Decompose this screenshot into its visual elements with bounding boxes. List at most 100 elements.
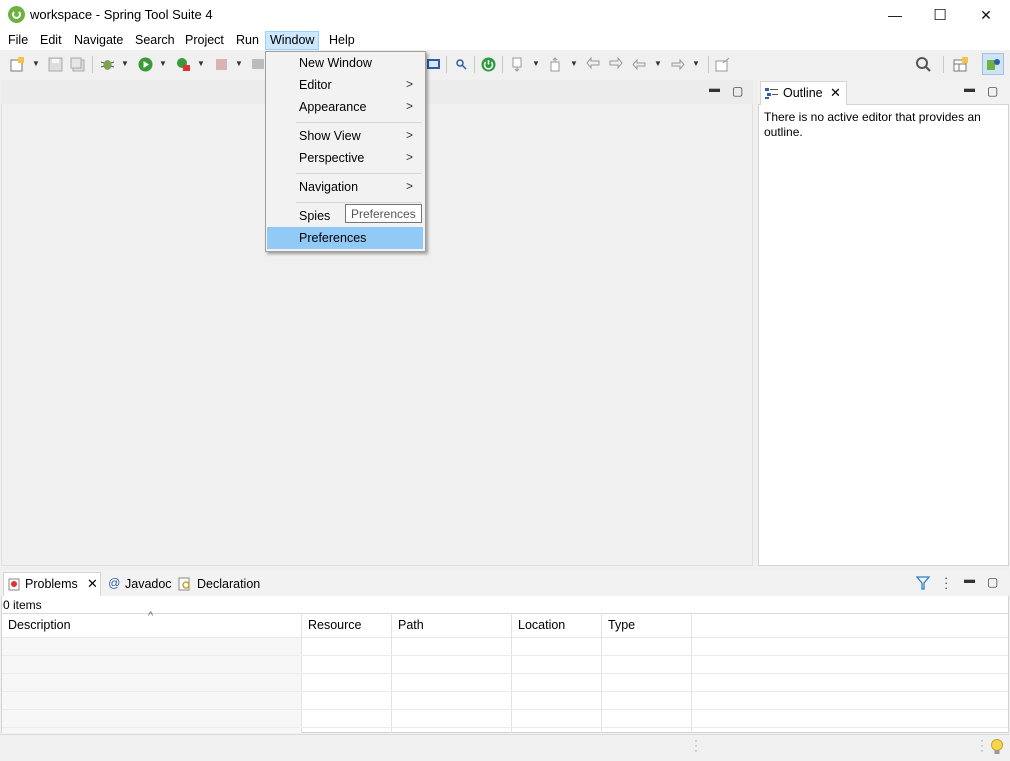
maximize-button[interactable]: ☐ xyxy=(917,0,963,30)
stop-icon[interactable] xyxy=(214,57,229,72)
menu-file[interactable]: File xyxy=(4,32,32,49)
chevron-down-icon[interactable]: ▼ xyxy=(532,59,540,68)
chevron-down-icon[interactable]: ▼ xyxy=(159,59,167,68)
menu-navigate[interactable]: Navigate xyxy=(70,32,127,49)
menu-edit[interactable]: Edit xyxy=(36,32,66,49)
menu-run[interactable]: Run xyxy=(232,32,263,49)
chevron-down-icon[interactable]: ▼ xyxy=(570,59,578,68)
tab-outline[interactable]: Outline ✕ xyxy=(760,81,847,105)
chevron-down-icon[interactable]: ▼ xyxy=(235,59,243,68)
column-type[interactable]: Type xyxy=(608,618,635,632)
maximize-view-icon[interactable]: ▢ xyxy=(987,84,998,98)
chevron-down-icon[interactable]: ▼ xyxy=(121,59,129,68)
table-row xyxy=(2,727,1008,728)
run-icon[interactable] xyxy=(138,57,153,72)
menu-item-editor[interactable]: Editor > xyxy=(267,74,423,96)
minimize-view-icon[interactable]: ▬ xyxy=(964,83,975,95)
menu-item-navigation[interactable]: Navigation > xyxy=(267,176,423,198)
console-icon[interactable] xyxy=(426,57,441,72)
last-edit-location-icon[interactable] xyxy=(586,57,601,72)
save-all-icon[interactable] xyxy=(70,57,85,72)
chevron-right-icon: > xyxy=(405,179,413,193)
spring-perspective-icon[interactable] xyxy=(982,53,1004,75)
next-annotation-icon[interactable] xyxy=(510,57,525,72)
tab-declaration[interactable]: Declaration xyxy=(197,577,260,591)
menu-bar: File Edit Navigate Search Project Run Wi… xyxy=(0,30,1010,50)
toolbar-separator xyxy=(92,56,93,73)
table-row xyxy=(2,655,1008,656)
chevron-down-icon[interactable]: ▼ xyxy=(692,59,700,68)
column-resource[interactable]: Resource xyxy=(308,618,362,632)
toolbar-separator xyxy=(474,56,475,73)
chevron-down-icon[interactable]: ▼ xyxy=(32,59,40,68)
view-menu-icon[interactable]: · · · xyxy=(944,571,948,594)
main-toolbar: ▼ ▼ ▼ ▼ ▼ ▼ ▼ ▼ ▼ xyxy=(0,50,1010,79)
outline-icon xyxy=(765,87,778,103)
menu-project[interactable]: Project xyxy=(181,32,228,49)
preferences-tooltip: Preferences xyxy=(345,204,422,223)
external-tools-icon[interactable] xyxy=(176,57,191,72)
menu-separator xyxy=(296,202,422,203)
problems-icon xyxy=(8,578,21,594)
outline-view xyxy=(758,80,1009,566)
menu-separator xyxy=(296,173,422,174)
chevron-down-icon[interactable]: ▼ xyxy=(654,59,662,68)
close-icon[interactable]: ✕ xyxy=(87,576,98,592)
debug-icon[interactable] xyxy=(100,57,115,72)
toolbar-separator xyxy=(943,56,944,73)
column-path[interactable]: Path xyxy=(398,618,424,632)
toolbar-separator xyxy=(708,56,709,73)
chevron-right-icon: > xyxy=(405,128,413,142)
forward-arrow-icon[interactable] xyxy=(670,57,685,72)
lightbulb-icon[interactable] xyxy=(990,738,1004,759)
chevron-right-icon: > xyxy=(405,77,413,91)
close-icon[interactable]: ✕ xyxy=(830,85,841,101)
maximize-view-icon[interactable]: ▢ xyxy=(987,575,998,589)
save-icon[interactable] xyxy=(48,57,63,72)
chevron-right-icon: > xyxy=(405,150,413,164)
tab-javadoc[interactable]: Javadoc xyxy=(125,577,172,591)
table-row xyxy=(2,709,1008,710)
open-perspective-icon[interactable] xyxy=(953,57,968,72)
spring-boot-dashboard-icon[interactable] xyxy=(481,57,496,72)
column-description[interactable]: Description xyxy=(8,618,71,632)
pin-editor-icon[interactable] xyxy=(715,57,730,72)
menu-item-show-view[interactable]: Show View > xyxy=(267,125,423,147)
status-divider-handle[interactable]: · · · xyxy=(980,734,984,756)
menu-help[interactable]: Help xyxy=(325,32,359,49)
maximize-view-icon[interactable]: ▢ xyxy=(732,84,743,98)
problems-count: 0 items xyxy=(3,598,42,612)
menu-item-new-window[interactable]: New Window xyxy=(267,52,423,74)
menu-item-preferences[interactable]: Preferences xyxy=(267,227,423,249)
chevron-right-icon: > xyxy=(405,99,413,113)
chevron-down-icon[interactable]: ▼ xyxy=(197,59,205,68)
status-bar xyxy=(0,734,1010,761)
tab-problems-label: Problems xyxy=(25,577,78,591)
search-references-icon[interactable] xyxy=(454,57,469,72)
outline-tab-label: Outline xyxy=(783,86,823,100)
spring-leaf-icon xyxy=(8,6,25,23)
column-location[interactable]: Location xyxy=(518,618,565,632)
window-title: workspace - Spring Tool Suite 4 xyxy=(30,7,213,22)
menu-item-perspective[interactable]: Perspective > xyxy=(267,147,423,169)
description-column-fill xyxy=(2,638,302,733)
menu-item-appearance[interactable]: Appearance > xyxy=(267,96,423,118)
terminal-icon[interactable] xyxy=(251,57,266,72)
table-row xyxy=(2,691,1008,692)
declaration-icon xyxy=(178,577,192,594)
menu-window[interactable]: Window xyxy=(265,31,320,50)
new-wizard-icon[interactable] xyxy=(10,57,25,72)
close-button[interactable]: ✕ xyxy=(963,0,1009,30)
minimize-view-icon[interactable]: ▬ xyxy=(709,83,720,95)
status-divider-handle[interactable]: · · · xyxy=(694,734,698,756)
minimize-view-icon[interactable]: ▬ xyxy=(964,574,975,586)
at-sign-icon: @ xyxy=(108,576,121,590)
sort-ascending-icon: ^ xyxy=(148,610,154,622)
menu-search[interactable]: Search xyxy=(131,32,179,49)
minimize-button[interactable]: — xyxy=(872,0,918,30)
previous-annotation-icon[interactable] xyxy=(548,57,563,72)
search-icon[interactable] xyxy=(915,56,932,73)
filter-icon[interactable] xyxy=(915,576,931,594)
back-arrow-icon[interactable] xyxy=(632,57,647,72)
forward-edit-icon[interactable] xyxy=(608,57,623,72)
